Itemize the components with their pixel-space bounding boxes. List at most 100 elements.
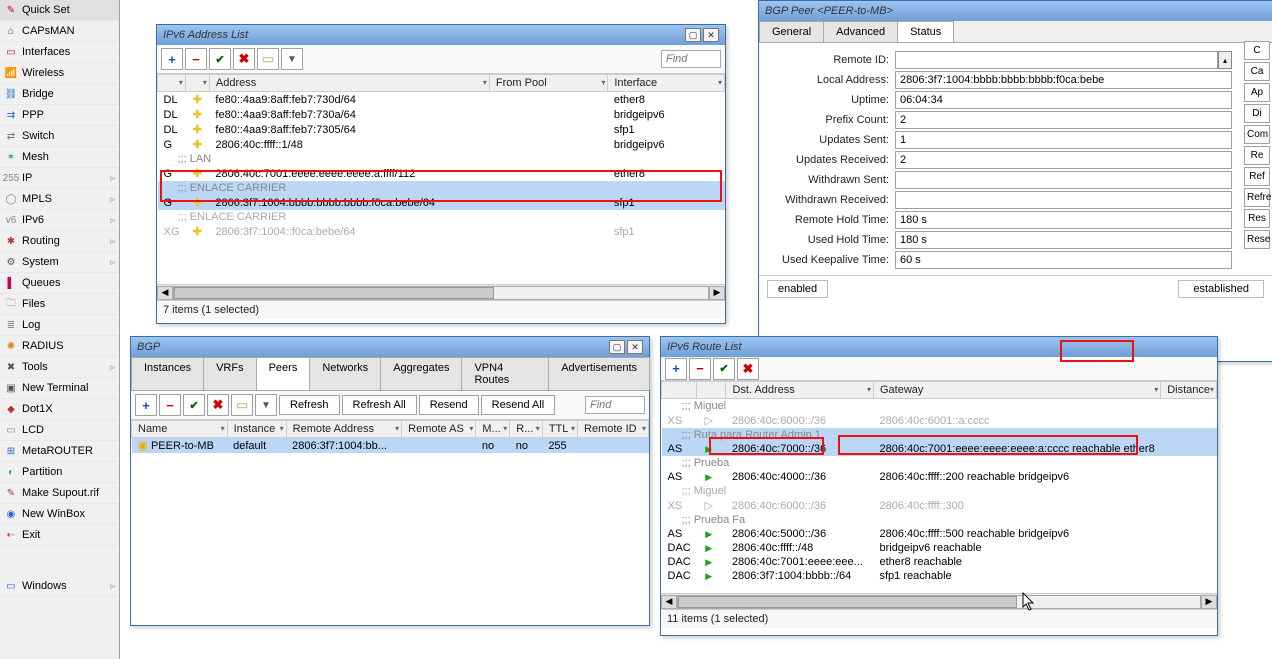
sidebar-item[interactable]: ⊞MetaROUTER [0, 441, 119, 462]
tab[interactable]: Advanced [823, 21, 898, 42]
table-comment[interactable]: ;;; ENLACE CARRIER [158, 181, 725, 195]
table-row[interactable]: AS▶2806:40c:5000::/362806:40c:ffff::500 … [662, 527, 1217, 541]
sidebar-item[interactable]: ▭LCD [0, 420, 119, 441]
sidebar-item[interactable]: 📶Wireless [0, 63, 119, 84]
sidebar-item[interactable]: ◯MPLS▹ [0, 189, 119, 210]
side-button[interactable]: Com [1244, 125, 1270, 144]
spin-up-icon[interactable]: ▴ [1218, 51, 1232, 69]
tab[interactable]: Networks [309, 357, 381, 390]
table-comment[interactable]: ;;; ENLACE CARRIER [158, 210, 725, 224]
remove-button[interactable]: − [159, 394, 181, 416]
side-button[interactable]: C [1244, 41, 1270, 60]
sidebar-item[interactable]: 255IP▹ [0, 168, 119, 189]
table-row[interactable]: G✚2806:40c:ffff::1/48bridgeipv6 [158, 137, 725, 152]
tab[interactable]: Instances [131, 357, 204, 390]
table-comment[interactable]: ;;; Ruta para Router Admin 1 [662, 428, 1217, 442]
hscroll[interactable]: ◀▶ [661, 593, 1217, 609]
disable-button[interactable]: ✖ [233, 48, 255, 70]
sidebar-item[interactable]: ▭Interfaces [0, 42, 119, 63]
table-comment[interactable]: ;;; Miguel [662, 484, 1217, 498]
sidebar-item[interactable]: ✺RADIUS [0, 336, 119, 357]
enable-button[interactable]: ✔ [209, 48, 231, 70]
remove-button[interactable]: − [185, 48, 207, 70]
sidebar-item[interactable]: ◆Dot1X [0, 399, 119, 420]
side-button[interactable]: Ap [1244, 83, 1270, 102]
sidebar-item[interactable]: ✎Make Supout.rif [0, 483, 119, 504]
sidebar-item[interactable]: ▣New Terminal [0, 378, 119, 399]
sidebar-item[interactable]: v6IPv6▹ [0, 210, 119, 231]
hscroll[interactable]: ◀▶ [157, 284, 725, 300]
minimize-icon[interactable]: ▢ [685, 28, 701, 42]
side-button[interactable]: Res [1244, 209, 1270, 228]
add-button[interactable]: + [135, 394, 157, 416]
table-row[interactable]: DL✚fe80::4aa9:8aff:feb7:7305/64sfp1 [158, 122, 725, 137]
sidebar-item[interactable]: ⚙System▹ [0, 252, 119, 273]
window-title[interactable]: BGP Peer <PEER-to-MB> [759, 1, 1272, 21]
table-comment[interactable]: ;;; Prueba Fa [662, 513, 1217, 527]
sidebar-item[interactable]: ✱Routing▹ [0, 231, 119, 252]
tab[interactable]: General [759, 21, 824, 42]
bgp-tabs[interactable]: InstancesVRFsPeersNetworksAggregatesVPN4… [131, 357, 649, 391]
close-icon[interactable]: ✕ [627, 340, 643, 354]
tab[interactable]: Aggregates [380, 357, 462, 390]
remove-button[interactable]: − [689, 358, 711, 380]
table-row[interactable]: DL✚fe80::4aa9:8aff:feb7:730d/64ether8 [158, 92, 725, 108]
sidebar-item[interactable]: ◐Partition [0, 462, 119, 483]
window-title[interactable]: IPv6 Address List ▢✕ [157, 25, 725, 45]
ipv6-address-table[interactable]: ▾▾Address▾From Pool▾Interface▾DL✚fe80::4… [157, 74, 725, 239]
tab[interactable]: Peers [256, 357, 311, 390]
side-button[interactable]: Ref [1244, 167, 1270, 186]
sidebar-item[interactable]: ⇉PPP [0, 105, 119, 126]
tab[interactable]: Advertisements [548, 357, 650, 390]
refresh-button[interactable]: Refresh [279, 395, 340, 415]
window-title[interactable]: IPv6 Route List [661, 337, 1217, 357]
side-button[interactable]: Rese [1244, 230, 1270, 249]
table-row[interactable]: XG✚2806:3f7:1004::f0ca:bebe/64sfp1 [158, 224, 725, 239]
filter-button[interactable]: ▼ [281, 48, 303, 70]
sidebar-item[interactable]: 🗀Files [0, 294, 119, 315]
sidebar-item[interactable]: ◉New WinBox [0, 504, 119, 525]
close-icon[interactable]: ✕ [703, 28, 719, 42]
sidebar-item[interactable]: ≣Log [0, 315, 119, 336]
table-row[interactable]: XS▷2806:40c:6000::/362806:40c:6001::a:cc… [662, 413, 1217, 428]
refresh-all-button[interactable]: Refresh All [342, 395, 417, 415]
sidebar-item[interactable]: ✶Mesh [0, 147, 119, 168]
table-row[interactable]: G✚2806:3f7:1004:bbbb:bbbb:bbbb:f0ca:bebe… [158, 195, 725, 210]
side-button[interactable]: Ca [1244, 62, 1270, 81]
table-comment[interactable]: ;;; Prueba [662, 456, 1217, 470]
table-row[interactable]: AS▶2806:40c:4000::/362806:40c:ffff::200 … [662, 470, 1217, 484]
sidebar-item[interactable]: ▌Queues [0, 273, 119, 294]
resend-all-button[interactable]: Resend All [481, 395, 556, 415]
table-row[interactable]: DL✚fe80::4aa9:8aff:feb7:730a/64bridgeipv… [158, 107, 725, 122]
tab[interactable]: VPN4 Routes [461, 357, 549, 390]
enable-button[interactable]: ✔ [183, 394, 205, 416]
table-row[interactable]: DAC▶2806:3f7:1004:bbbb::/64sfp1 reachabl… [662, 569, 1217, 583]
sidebar-item[interactable]: ✎Quick Set [0, 0, 119, 21]
tab[interactable]: VRFs [203, 357, 257, 390]
table-row[interactable]: AS▶2806:40c:7000::/362806:40c:7001:eeee:… [662, 442, 1217, 456]
sidebar-item[interactable]: ⇠Exit [0, 525, 119, 546]
add-button[interactable]: + [161, 48, 183, 70]
filter-button[interactable]: ▼ [255, 394, 277, 416]
table-row[interactable]: XS▷2806:40c:6000::/362806:40c:ffff::300 [662, 498, 1217, 513]
routes-table[interactable]: Dst. Address▾Gateway▾Distance▾;;; Miguel… [661, 381, 1217, 583]
table-comment[interactable]: ;;; LAN [158, 152, 725, 166]
side-button[interactable]: Di [1244, 104, 1270, 123]
resend-button[interactable]: Resend [419, 395, 479, 415]
side-button[interactable]: Re [1244, 146, 1270, 165]
window-title[interactable]: BGP ▢✕ [131, 337, 649, 357]
sidebar-item[interactable]: ⇄Switch [0, 126, 119, 147]
disable-button[interactable]: ✖ [207, 394, 229, 416]
sidebar-item[interactable]: ▭Windows▹ [0, 576, 119, 597]
comment-button[interactable]: ▭ [257, 48, 279, 70]
table-row[interactable]: DAC▶2806:40c:ffff::/48bridgeipv6 reachab… [662, 541, 1217, 555]
enable-button[interactable]: ✔ [713, 358, 735, 380]
find-input[interactable] [585, 396, 645, 414]
minimize-icon[interactable]: ▢ [609, 340, 625, 354]
sidebar-item[interactable]: ⌂CAPsMAN [0, 21, 119, 42]
comment-button[interactable]: ▭ [231, 394, 253, 416]
side-button[interactable]: Refre [1244, 188, 1270, 207]
bgp-peers-table[interactable]: Name▾Instance▾Remote Address▾Remote AS▾M… [131, 420, 649, 453]
add-button[interactable]: + [665, 358, 687, 380]
table-comment[interactable]: ;;; Miguel [662, 399, 1217, 414]
